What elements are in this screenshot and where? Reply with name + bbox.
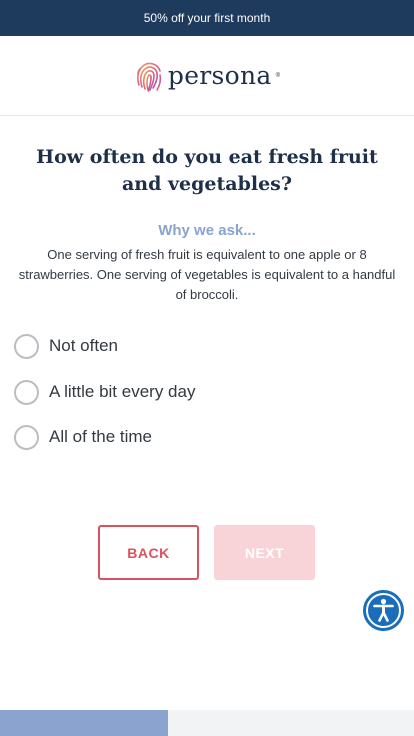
- fingerprint-icon: [136, 62, 162, 92]
- promo-banner: 50% off your first month: [0, 0, 414, 36]
- option-label: Not often: [49, 336, 118, 355]
- question-title: How often do you eat fresh fruit and veg…: [36, 146, 378, 195]
- why-we-ask-text: One serving of fresh fruit is equivalent…: [18, 247, 396, 302]
- option-label: A little bit every day: [49, 382, 196, 401]
- accessibility-button[interactable]: [363, 590, 404, 631]
- next-button[interactable]: NEXT: [214, 525, 315, 580]
- progress-bar-fill: [0, 710, 168, 736]
- header: persona ®: [0, 36, 414, 116]
- back-button[interactable]: BACK: [98, 525, 199, 580]
- radio-button[interactable]: [14, 424, 39, 450]
- radio-button[interactable]: [14, 379, 39, 405]
- radio-button[interactable]: [14, 333, 39, 359]
- why-we-ask-title: Why we ask...: [158, 222, 256, 239]
- accessibility-icon: [366, 593, 401, 628]
- brand-name: persona: [167, 61, 272, 90]
- option-label: All of the time: [49, 427, 152, 446]
- promo-banner-text: 50% off your first month: [143, 11, 271, 25]
- option-a-little-bit-every-day[interactable]: A little bit every day: [14, 378, 195, 406]
- option-all-of-the-time[interactable]: All of the time: [14, 423, 152, 451]
- brand-logo[interactable]: persona ®: [134, 59, 280, 93]
- trademark-symbol: ®: [275, 72, 281, 79]
- progress-bar: [0, 710, 414, 736]
- option-not-often[interactable]: Not often: [14, 332, 118, 360]
- question-page: How often do you eat fresh fruit and veg…: [0, 116, 414, 710]
